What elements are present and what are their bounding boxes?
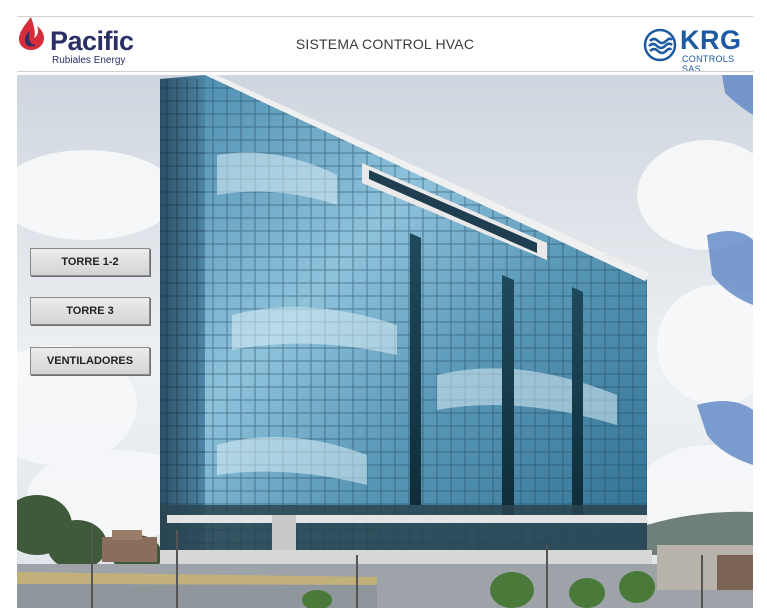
building-photo: Pacific <box>17 75 753 608</box>
pacific-logo-subtitle: Rubiales Energy <box>52 55 126 66</box>
flame-drop-icon <box>19 17 44 50</box>
header-bar: Pacific Rubiales Energy SISTEMA CONTROL … <box>17 3 753 74</box>
wave-circle-icon <box>643 28 677 62</box>
torre-1-2-button[interactable]: TORRE 1-2 <box>30 248 150 276</box>
krg-logo: KRG CONTROLS SAS <box>642 25 752 74</box>
header-bottom-divider <box>17 71 753 72</box>
pacific-logo: Pacific Rubiales Energy <box>17 15 157 67</box>
torre-3-button[interactable]: TORRE 3 <box>30 297 150 325</box>
pacific-logo-name: Pacific <box>50 26 134 56</box>
ventiladores-button[interactable]: VENTILADORES <box>30 347 150 375</box>
krg-logo-name: KRG <box>680 25 742 55</box>
page-title: SISTEMA CONTROL HVAC <box>295 36 475 52</box>
